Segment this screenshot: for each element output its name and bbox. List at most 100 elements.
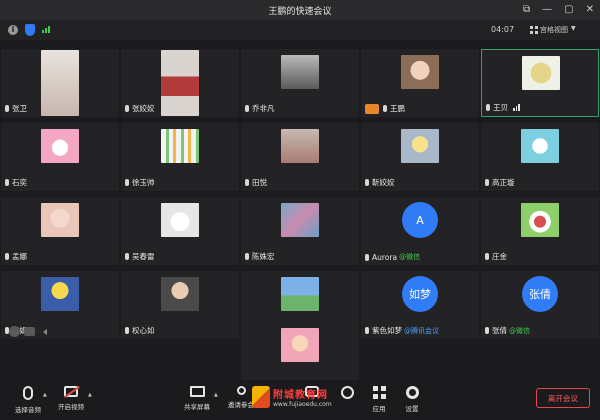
participant-video-thumbnail (161, 129, 199, 163)
participant-video-thumbnail (401, 129, 439, 163)
participant-label: 权心如 (125, 325, 155, 336)
chevron-down-icon[interactable]: ▼ (571, 25, 576, 32)
participant-tile[interactable]: 孟娜 (1, 197, 119, 265)
participant-label: 吴春雷 (125, 251, 155, 262)
participant-video-thumbnail (41, 203, 79, 237)
participant-video-thumbnail (281, 328, 319, 362)
participant-tile[interactable]: A Aurora @微信 (361, 197, 479, 265)
participant-tile[interactable]: 如梦紫色如梦 @腾讯会议 (361, 271, 479, 339)
microphone-icon (245, 253, 249, 260)
participant-label: 王贝 (486, 102, 520, 113)
participant-label: 陈姝宏 (245, 251, 275, 262)
participant-name: 张卫 (12, 104, 27, 113)
participant-name: 权心如 (132, 326, 155, 335)
participant-tile[interactable]: 庄金 (481, 197, 599, 265)
participant-tile[interactable]: 石奕 (1, 123, 119, 191)
avatar: 张倩 (522, 276, 558, 312)
invite-icon (236, 386, 246, 395)
audio-caret-icon[interactable]: ▲ (43, 392, 47, 398)
watermark: 附城教育网 www.fujiaoedu.com (252, 386, 332, 408)
microphone-icon (245, 105, 249, 112)
maximize-icon[interactable]: ▢ (564, 3, 573, 17)
microphone-icon (125, 179, 129, 186)
participant-tile[interactable]: 王鹏 (361, 49, 479, 117)
participant-tile[interactable]: 张倩 张倩 @微信 (481, 271, 599, 339)
participant-tile[interactable]: 王贝 (481, 49, 599, 117)
audio-button-label: 选择音频 (15, 406, 41, 414)
participant-tile[interactable]: 张姣姣 (121, 49, 239, 117)
shield-icon[interactable] (25, 24, 35, 36)
participant-tile[interactable]: 吴春雷 (121, 197, 239, 265)
watermark-title: 附城教育网 (273, 390, 328, 401)
participant-tile[interactable]: 陈姝宏 (241, 197, 359, 265)
participant-label: 紫色如梦 @腾讯会议 (365, 325, 439, 336)
grid-view-icon[interactable] (530, 26, 538, 34)
participant-name: 吴春雷 (132, 252, 155, 261)
apps-icon (372, 386, 386, 399)
participant-tile[interactable] (241, 322, 359, 380)
participant-tile[interactable]: 权心如 (121, 271, 239, 339)
participant-name: 紫色如梦 (372, 326, 402, 335)
info-icon[interactable]: i (8, 25, 18, 35)
participant-label: 高正璇 (485, 177, 515, 188)
participant-tile[interactable]: 田悦 (241, 123, 359, 191)
participant-label: 田悦 (245, 177, 267, 188)
speaking-indicator-icon (513, 104, 520, 111)
signal-icon[interactable] (42, 26, 50, 33)
participant-name: Aurora (372, 252, 398, 262)
window-title: 王鹏的快速会议 (268, 6, 332, 17)
participant-tile[interactable]: 靳姣姣 (361, 123, 479, 191)
participant-tile[interactable]: 徐玉帅 (121, 123, 239, 191)
participant-label: 孟娜 (5, 251, 27, 262)
microphone-icon (125, 327, 129, 334)
participant-tile[interactable]: 张卫 (1, 49, 119, 117)
avatar: 如梦 (402, 276, 438, 312)
participant-video-thumbnail (41, 50, 79, 116)
microphone-icon (485, 327, 489, 334)
settings-button[interactable]: 设置 (390, 386, 434, 413)
apps-label: 应用 (372, 405, 386, 413)
participant-video-thumbnail (281, 203, 319, 237)
record-icon (340, 386, 354, 399)
meeting-timer: 04:07 (491, 25, 515, 34)
chat-bubble-icon[interactable] (24, 327, 35, 336)
emoji-icon[interactable] (9, 326, 20, 337)
share-screen-label: 共享屏幕 (184, 403, 210, 411)
participant-label: Aurora @微信 (365, 252, 420, 262)
participant-video-thumbnail (161, 50, 199, 116)
microphone-icon (485, 179, 489, 186)
share-screen-icon (189, 386, 205, 397)
title-bar: 王鹏的快速会议 ⧉ — ▢ ✕ (0, 0, 600, 20)
participant-name: 王贝 (493, 103, 508, 112)
participant-video-thumbnail (281, 277, 319, 311)
restore-icon[interactable]: ⧉ (523, 3, 530, 17)
participant-video-thumbnail (281, 129, 319, 163)
window-controls: ⧉ — ▢ ✕ (523, 3, 594, 17)
participant-label: 张卫 (5, 103, 27, 114)
close-icon[interactable]: ✕ (586, 3, 594, 17)
microphone-icon (383, 105, 387, 112)
video-button[interactable]: 开启视频 (49, 386, 93, 411)
share-screen-button[interactable]: 共享屏幕 (175, 386, 219, 411)
view-mode-label[interactable]: 宫格视图 (540, 25, 568, 35)
participant-label: 王鹏 (365, 103, 405, 114)
video-caret-icon[interactable]: ▲ (88, 392, 92, 398)
collapse-icon[interactable] (43, 328, 47, 335)
participant-name: 徐玉帅 (132, 178, 155, 187)
participant-video-thumbnail (161, 277, 199, 311)
audio-button[interactable]: 选择音频 (6, 386, 50, 414)
participant-video-thumbnail (521, 203, 559, 237)
leave-meeting-button[interactable]: 离开会议 (536, 388, 590, 408)
microphone-icon (125, 105, 129, 112)
participant-source: @腾讯会议 (404, 326, 439, 335)
watermark-logo-icon (252, 386, 270, 408)
gear-icon (405, 386, 419, 399)
participant-tile[interactable]: 乔非凡 (241, 49, 359, 117)
participant-video-thumbnail (521, 129, 559, 163)
participant-name: 乔非凡 (252, 104, 275, 113)
participant-tile[interactable]: 高正璇 (481, 123, 599, 191)
minimize-icon[interactable]: — (542, 3, 552, 17)
participant-video-thumbnail (41, 277, 79, 311)
share-caret-icon[interactable]: ▲ (214, 392, 218, 398)
video-button-label: 开启视频 (58, 403, 84, 411)
